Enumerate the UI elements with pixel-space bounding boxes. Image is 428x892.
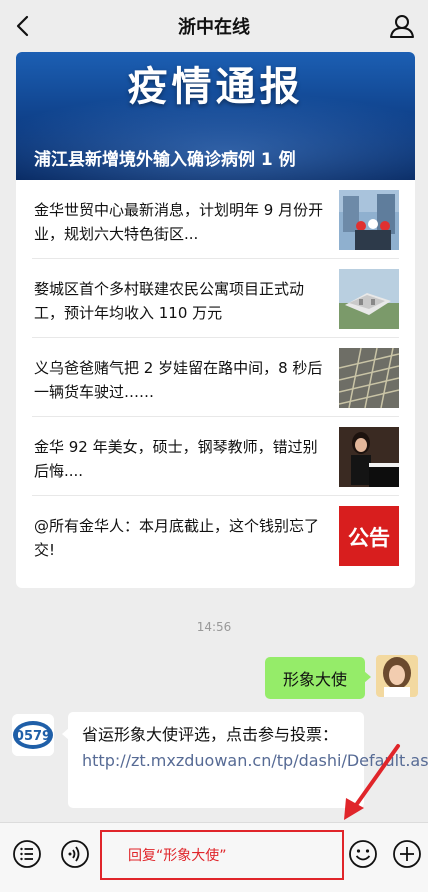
emoji-icon[interactable] (348, 839, 378, 869)
voice-icon[interactable] (60, 839, 90, 869)
quick-reply-box[interactable]: 回复“形象大使” (100, 830, 344, 880)
news-item[interactable]: @所有金华人：本月底截止，这个钱别忘了交! 公告 (32, 496, 399, 575)
add-icon[interactable] (392, 839, 422, 869)
notice-thumbnail-text: 公告 (348, 526, 390, 550)
news-title: @所有金华人：本月底截止，这个钱别忘了交! (34, 517, 320, 559)
news-thumbnail (339, 427, 399, 487)
incoming-message-text: 省运形象大使评选，点击参与投票： (82, 725, 339, 744)
news-thumbnail (339, 190, 399, 250)
chat-bottom-bar: 回复“形象大使” (0, 822, 428, 892)
news-item[interactable]: 义乌爸爸赌气把 2 岁娃留在路中间，8 秒后一辆货车驶过…… (32, 338, 399, 417)
outgoing-message-bubble[interactable]: 形象大使 (265, 657, 371, 699)
news-item[interactable]: 婺城区首个多村联建农民公寓项目正式动工，预计年均收入 110 万元 (32, 259, 399, 338)
official-account-avatar[interactable]: 0579 (12, 714, 54, 756)
menu-list-icon[interactable] (12, 839, 42, 869)
top-bar: 浙中在线 (0, 0, 428, 52)
news-title: 金华世贸中心最新消息，计划明年 9 月份开业，规划六大特色街区... (34, 201, 324, 243)
news-title: 婺城区首个多村联建农民公寓项目正式动工，预计年均收入 110 万元 (34, 280, 305, 322)
news-item[interactable]: 金华世贸中心最新消息，计划明年 9 月份开业，规划六大特色街区... (32, 180, 399, 259)
page-title: 浙中在线 (178, 17, 250, 38)
avatar-logo-text: 0579 (15, 729, 51, 744)
banner-headline: 疫情通报 (127, 64, 304, 110)
notice-thumbnail: 公告 (339, 506, 399, 566)
news-list: 金华世贸中心最新消息，计划明年 9 月份开业，规划六大特色街区... 婺城区首个… (16, 180, 415, 575)
news-card: 疫情通报 浦江县新增境外输入确诊病例 1 例 金华世贸中心最新消息，计划明年 9… (16, 52, 415, 588)
news-banner[interactable]: 疫情通报 浦江县新增境外输入确诊病例 1 例 (16, 52, 415, 180)
user-avatar[interactable] (376, 655, 418, 697)
news-title: 义乌爸爸赌气把 2 岁娃留在路中间，8 秒后一辆货车驶过…… (34, 359, 323, 401)
annotation-arrow-icon (344, 744, 400, 820)
incoming-message-bubble: 省运形象大使评选，点击参与投票：http://zt.mxzduowan.cn/t… (62, 712, 428, 808)
back-arrow-icon[interactable] (10, 12, 38, 40)
news-thumbnail (339, 269, 399, 329)
quick-reply-label: 回复“形象大使” (128, 848, 227, 864)
news-thumbnail (339, 348, 399, 408)
profile-icon[interactable] (388, 12, 416, 40)
news-item[interactable]: 金华 92 年美女，硕士，钢琴教师，错过别后悔.... (32, 417, 399, 496)
chat-timestamp: 14:56 (196, 620, 232, 634)
banner-subtitle: 浦江县新增境外输入确诊病例 1 例 (34, 150, 296, 170)
news-title: 金华 92 年美女，硕士，钢琴教师，错过别后悔.... (34, 438, 318, 480)
